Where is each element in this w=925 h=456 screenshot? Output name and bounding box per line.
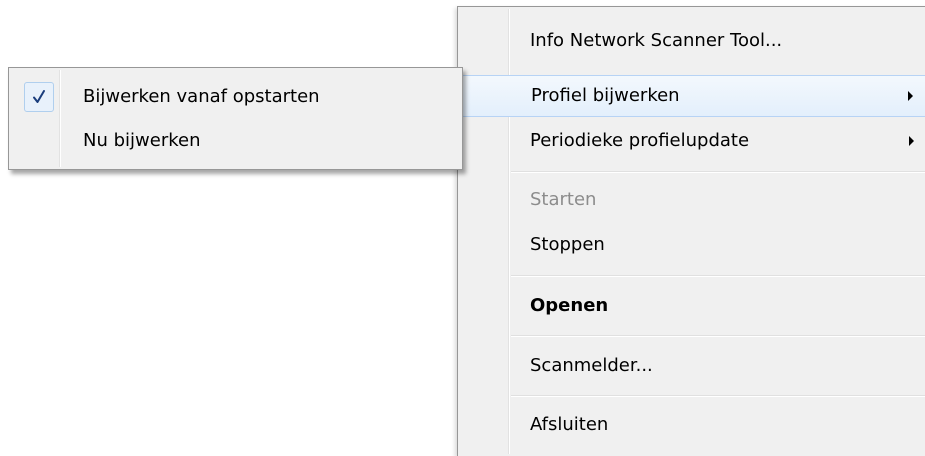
tray-context-menu: Info Network Scanner Tool... Profiel bij…	[457, 6, 925, 456]
menu-separator	[511, 395, 925, 397]
profile-update-submenu: Bijwerken vanaf opstarten Nu bijwerken	[8, 67, 463, 170]
menu-item-start[interactable]: Starten	[461, 179, 925, 221]
submenu-item-update-on-startup[interactable]: Bijwerken vanaf opstarten	[12, 76, 459, 118]
menu-item-periodic-update[interactable]: Periodieke profielupdate	[461, 120, 925, 162]
submenu-arrow-icon	[908, 91, 913, 101]
submenu-item-update-now-label: Nu bijwerken	[83, 130, 201, 151]
menu-item-scan-reporter-label: Scanmelder...	[530, 355, 653, 376]
checkmark-icon	[24, 82, 54, 112]
submenu-item-update-on-startup-label: Bijwerken vanaf opstarten	[83, 86, 320, 107]
menu-item-scan-reporter[interactable]: Scanmelder...	[461, 345, 925, 387]
menu-item-info[interactable]: Info Network Scanner Tool...	[461, 20, 925, 62]
submenu-arrow-icon	[909, 136, 914, 146]
menu-item-profile-update-label: Profiel bijwerken	[531, 85, 680, 106]
menu-separator	[511, 171, 925, 173]
menu-item-exit[interactable]: Afsluiten	[461, 404, 925, 446]
submenu-item-update-now[interactable]: Nu bijwerken	[12, 120, 459, 162]
menu-item-info-label: Info Network Scanner Tool...	[530, 30, 783, 51]
menu-separator	[511, 275, 925, 277]
menu-item-open-label: Openen	[530, 295, 609, 316]
menu-separator	[511, 335, 925, 337]
menu-item-open[interactable]: Openen	[461, 285, 925, 327]
menu-item-stop-label: Stoppen	[530, 234, 605, 255]
menu-item-profile-update[interactable]: Profiel bijwerken	[461, 75, 925, 117]
menu-item-start-label: Starten	[530, 189, 597, 210]
menu-item-exit-label: Afsluiten	[530, 414, 609, 435]
menu-item-stop[interactable]: Stoppen	[461, 224, 925, 266]
menu-item-periodic-update-label: Periodieke profielupdate	[530, 130, 750, 151]
